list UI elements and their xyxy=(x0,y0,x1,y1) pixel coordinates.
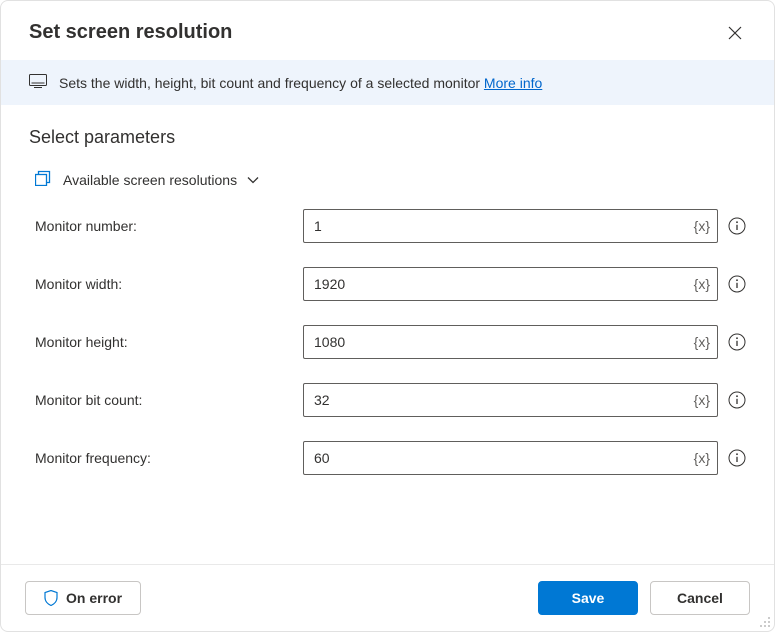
monitor-width-row: Monitor width: {x} xyxy=(29,267,746,301)
dialog-header: Set screen resolution xyxy=(1,1,774,60)
monitor-height-input[interactable] xyxy=(303,325,718,359)
on-error-label: On error xyxy=(66,590,122,606)
chevron-down-icon xyxy=(247,176,259,184)
monitor-bit-count-row: Monitor bit count: {x} xyxy=(29,383,746,417)
variable-group-icon xyxy=(35,170,53,189)
monitor-number-label: Monitor number: xyxy=(35,218,303,234)
variable-picker-button[interactable]: {x} xyxy=(694,392,710,408)
info-icon[interactable] xyxy=(728,275,746,293)
info-icon[interactable] xyxy=(728,333,746,351)
dialog-content: Select parameters Available screen resol… xyxy=(1,105,774,564)
monitor-frequency-input-wrapper: {x} xyxy=(303,441,746,475)
cancel-button[interactable]: Cancel xyxy=(650,581,750,615)
variable-picker-button[interactable]: {x} xyxy=(694,450,710,466)
save-label: Save xyxy=(572,590,605,606)
monitor-height-input-wrapper: {x} xyxy=(303,325,746,359)
available-resolutions-toggle[interactable]: Available screen resolutions xyxy=(29,170,746,189)
variable-picker-button[interactable]: {x} xyxy=(694,218,710,234)
monitor-width-input[interactable] xyxy=(303,267,718,301)
monitor-number-input-wrapper: {x} xyxy=(303,209,746,243)
more-info-link[interactable]: More info xyxy=(484,75,542,91)
on-error-button[interactable]: On error xyxy=(25,581,141,615)
monitor-frequency-row: Monitor frequency: {x} xyxy=(29,441,746,475)
monitor-height-label: Monitor height: xyxy=(35,334,303,350)
monitor-icon xyxy=(29,74,47,91)
available-resolutions-label: Available screen resolutions xyxy=(63,172,237,188)
monitor-frequency-label: Monitor frequency: xyxy=(35,450,303,466)
save-button[interactable]: Save xyxy=(538,581,638,615)
dialog-container: Set screen resolution Sets the width, he… xyxy=(0,0,775,632)
monitor-bit-count-input[interactable] xyxy=(303,383,718,417)
monitor-number-input[interactable] xyxy=(303,209,718,243)
info-icon[interactable] xyxy=(728,449,746,467)
info-icon[interactable] xyxy=(728,217,746,235)
dialog-footer: On error Save Cancel xyxy=(1,564,774,631)
monitor-width-input-wrapper: {x} xyxy=(303,267,746,301)
monitor-width-label: Monitor width: xyxy=(35,276,303,292)
info-icon[interactable] xyxy=(728,391,746,409)
info-banner-text: Sets the width, height, bit count and fr… xyxy=(59,75,542,91)
close-icon xyxy=(728,26,742,40)
banner-description: Sets the width, height, bit count and fr… xyxy=(59,75,484,91)
footer-actions: Save Cancel xyxy=(538,581,750,615)
monitor-bit-count-label: Monitor bit count: xyxy=(35,392,303,408)
close-button[interactable] xyxy=(724,22,746,44)
monitor-bit-count-input-wrapper: {x} xyxy=(303,383,746,417)
cancel-label: Cancel xyxy=(677,590,723,606)
monitor-height-row: Monitor height: {x} xyxy=(29,325,746,359)
resize-grip[interactable] xyxy=(758,615,772,629)
dialog-title: Set screen resolution xyxy=(29,21,232,44)
variable-picker-button[interactable]: {x} xyxy=(694,276,710,292)
section-title: Select parameters xyxy=(29,127,746,148)
variable-picker-button[interactable]: {x} xyxy=(694,334,710,350)
shield-icon xyxy=(44,590,58,606)
monitor-frequency-input[interactable] xyxy=(303,441,718,475)
monitor-number-row: Monitor number: {x} xyxy=(29,209,746,243)
info-banner: Sets the width, height, bit count and fr… xyxy=(1,60,774,105)
